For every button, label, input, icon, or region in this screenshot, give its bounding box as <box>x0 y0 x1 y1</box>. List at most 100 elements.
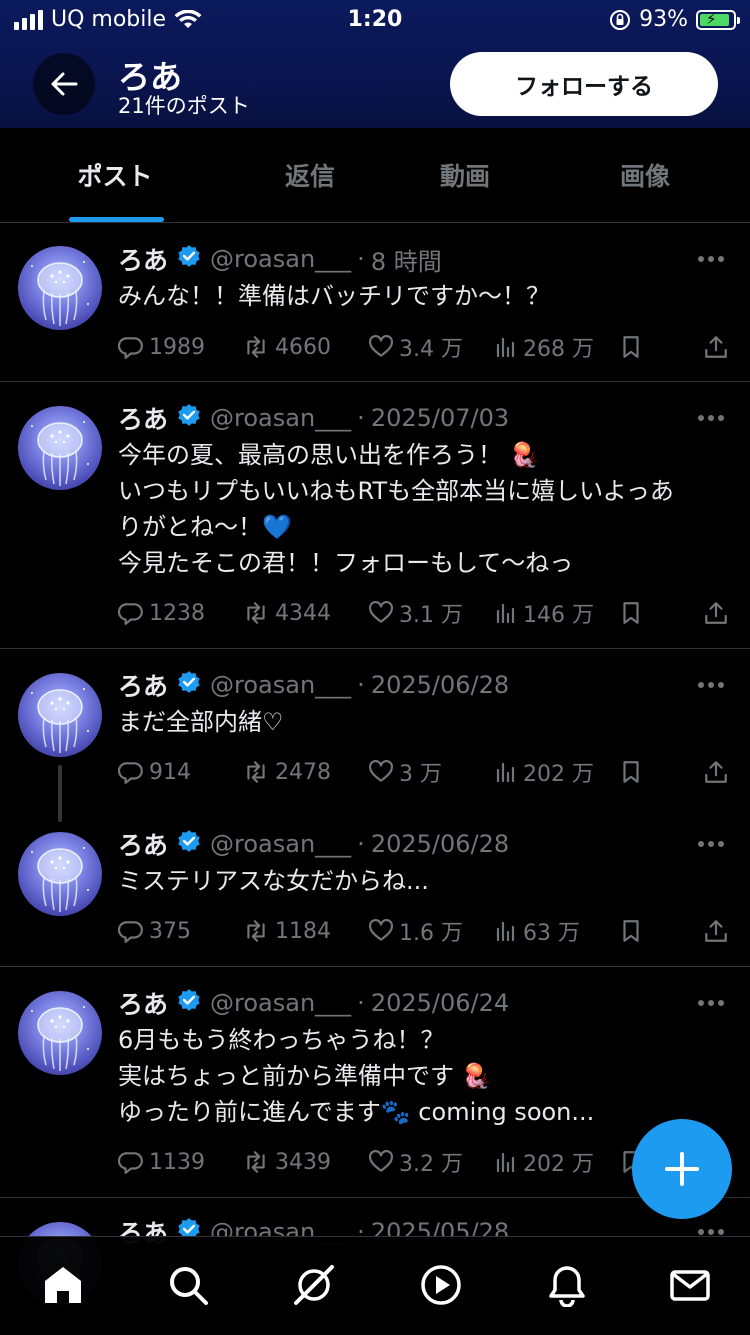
tab-media[interactable]: 画像 <box>570 128 720 222</box>
heart-icon <box>369 600 393 623</box>
nav-video[interactable] <box>417 1261 465 1309</box>
nav-search[interactable] <box>164 1261 212 1309</box>
author-handle[interactable]: @roasan___ <box>210 830 351 858</box>
status-right: 93% ⚡ <box>609 7 740 32</box>
reply-button[interactable]: 914 <box>118 756 191 788</box>
compose-button[interactable] <box>632 1119 732 1219</box>
like-button[interactable]: 1.6 万 <box>368 915 463 947</box>
more-options-icon[interactable] <box>698 998 728 1008</box>
jellyfish-avatar-art <box>31 1006 89 1071</box>
battery-icon: ⚡ <box>696 9 740 30</box>
author-name[interactable]: ろあ <box>118 667 168 703</box>
like-button[interactable]: 3.2 万 <box>368 1146 463 1178</box>
jellyfish-avatar-art <box>31 421 89 486</box>
tab-posts[interactable]: ポスト <box>40 128 190 222</box>
repost-button[interactable]: 3439 <box>242 1146 331 1178</box>
like-count: 3 万 <box>399 762 442 787</box>
share-icon <box>705 602 727 624</box>
post-actions: 914 2478 3 万 202 万 <box>118 756 730 788</box>
more-options-icon[interactable] <box>698 413 728 423</box>
like-count: 3.4 万 <box>399 337 463 362</box>
nav-notifications[interactable] <box>543 1261 591 1309</box>
avatar[interactable] <box>18 991 102 1075</box>
share-button[interactable] <box>703 331 729 363</box>
follow-button[interactable]: フォローする <box>450 52 718 116</box>
notifications-icon <box>549 1266 585 1307</box>
author-name[interactable]: ろあ <box>118 985 168 1021</box>
author-name[interactable]: ろあ <box>118 241 168 277</box>
views-button[interactable]: 202 万 <box>494 1146 594 1178</box>
profile-header: UQ mobile 1:20 93% ⚡ ろあ 21件のポスト フォローする <box>0 0 750 128</box>
repost-button[interactable]: 1184 <box>242 915 331 947</box>
avatar[interactable] <box>18 246 102 330</box>
repost-count: 4344 <box>275 600 331 626</box>
post-text: 6月ももう終わっちゃうね！？ 実はちょっと前から準備中です 🪼 ゆったり前に進んでま… <box>118 1022 730 1130</box>
bookmark-button[interactable] <box>618 597 644 629</box>
views-button[interactable]: 63 万 <box>494 915 580 947</box>
post-text: 今年の夏、最高の思い出を作ろう！ 🪼 いつもリプもいいねもRTも全部本当に嬉しいよ… <box>118 437 730 581</box>
nav-grok[interactable] <box>290 1261 338 1309</box>
reply-icon <box>118 337 143 359</box>
like-button[interactable]: 3.1 万 <box>368 597 463 629</box>
post-date[interactable]: 2025/06/28 <box>371 671 509 699</box>
nav-messages[interactable] <box>666 1261 714 1309</box>
share-button[interactable] <box>703 597 729 629</box>
author-handle[interactable]: @roasan___ <box>210 671 351 699</box>
author-name[interactable]: ろあ <box>118 400 168 436</box>
reply-button[interactable]: 1139 <box>118 1146 205 1178</box>
messages-icon <box>670 1270 710 1301</box>
avatar[interactable] <box>18 673 102 757</box>
bottom-nav <box>0 1236 750 1335</box>
repost-icon <box>247 761 265 783</box>
post-count: 21件のポスト <box>118 94 250 118</box>
bookmark-button[interactable] <box>618 915 644 947</box>
battery-percent: 93% <box>639 7 688 32</box>
share-button[interactable] <box>703 756 729 788</box>
author-name[interactable]: ろあ <box>118 826 168 862</box>
views-button[interactable]: 202 万 <box>494 756 594 788</box>
post-meta: ろあ @roasan___ · 2025/07/03 <box>118 401 509 435</box>
back-button[interactable] <box>33 53 95 115</box>
views-count: 202 万 <box>523 1152 594 1177</box>
repost-icon <box>247 1151 265 1173</box>
post-date[interactable]: 2025/06/24 <box>371 989 509 1017</box>
like-button[interactable]: 3 万 <box>368 756 442 788</box>
post-meta: ろあ @roasan___ · 8 時間 <box>118 242 442 276</box>
reply-button[interactable]: 1989 <box>118 331 205 363</box>
verified-badge-icon <box>178 830 200 852</box>
author-handle[interactable]: @roasan___ <box>210 245 351 273</box>
more-options-icon[interactable] <box>698 839 728 849</box>
bookmark-button[interactable] <box>618 756 644 788</box>
post-date[interactable]: 2025/07/03 <box>371 404 509 432</box>
status-bar: UQ mobile 1:20 93% ⚡ <box>0 0 750 40</box>
meta-separator: · <box>357 671 365 699</box>
tab-videos[interactable]: 動画 <box>390 128 540 222</box>
reply-button[interactable]: 375 <box>118 915 191 947</box>
repost-button[interactable]: 4344 <box>242 597 331 629</box>
avatar[interactable] <box>18 406 102 490</box>
like-button[interactable]: 3.4 万 <box>368 331 463 363</box>
views-button[interactable]: 146 万 <box>494 597 594 629</box>
verified-badge <box>176 828 202 860</box>
reply-button[interactable]: 1238 <box>118 597 205 629</box>
author-handle[interactable]: @roasan___ <box>210 404 351 432</box>
profile-tabs: ポスト 返信 動画 画像 <box>0 128 750 223</box>
post-date[interactable]: 2025/06/28 <box>371 830 509 858</box>
author-handle[interactable]: @roasan___ <box>210 989 351 1017</box>
share-button[interactable] <box>703 915 729 947</box>
avatar[interactable] <box>18 832 102 916</box>
nav-home[interactable] <box>39 1261 87 1309</box>
verified-badge-icon <box>178 245 200 267</box>
repost-button[interactable]: 4660 <box>242 331 331 363</box>
post-date[interactable]: 8 時間 <box>371 242 442 277</box>
views-button[interactable]: 268 万 <box>494 331 594 363</box>
reply-icon <box>118 762 143 784</box>
views-count: 63 万 <box>523 921 580 946</box>
tab-replies[interactable]: 返信 <box>235 128 385 222</box>
bookmark-button[interactable] <box>618 331 644 363</box>
bookmark-icon <box>623 336 639 358</box>
more-options-icon[interactable] <box>698 254 728 264</box>
home-icon <box>45 1267 81 1303</box>
more-options-icon[interactable] <box>698 680 728 690</box>
repost-button[interactable]: 2478 <box>242 756 331 788</box>
